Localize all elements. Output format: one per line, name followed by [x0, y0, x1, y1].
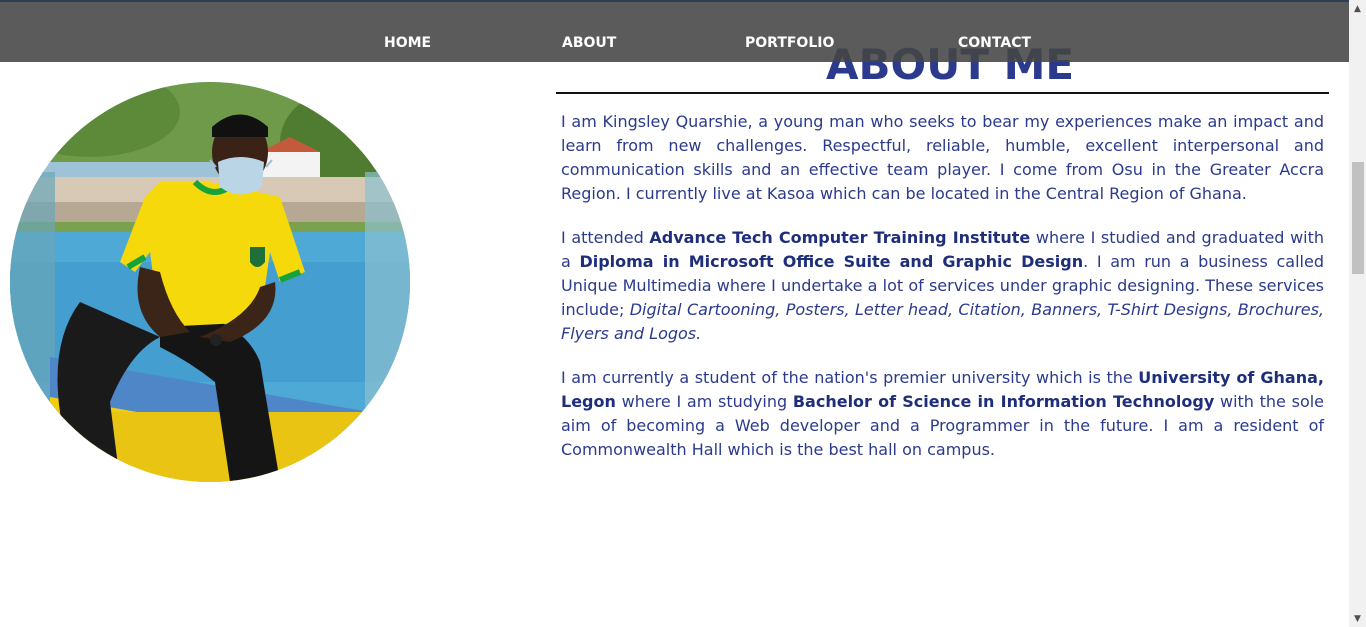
title-divider [556, 92, 1329, 94]
nav-home-link[interactable]: HOME [384, 35, 431, 51]
about-paragraph-university: I am currently a student of the nation's… [561, 366, 1324, 462]
about-content: I am Kingsley Quarshie, a young man who … [561, 110, 1324, 482]
nav-contact-link[interactable]: CONTACT [958, 35, 1031, 51]
nav-about-link[interactable]: ABOUT [562, 35, 616, 51]
scroll-up-arrow-icon[interactable]: ▲ [1349, 0, 1366, 17]
nav-portfolio-link[interactable]: PORTFOLIO [745, 35, 834, 51]
profile-photo [10, 82, 410, 482]
institute-name: Advance Tech Computer Training Institute [649, 228, 1031, 247]
vertical-scrollbar[interactable]: ▲ ▼ [1349, 0, 1366, 627]
navbar: HOME ABOUT PORTFOLIO CONTACT [0, 0, 1349, 62]
services-list: Digital Cartooning, Posters, Letter head… [561, 300, 1324, 343]
scrollbar-thumb[interactable] [1352, 162, 1364, 274]
about-paragraph-intro: I am Kingsley Quarshie, a young man who … [561, 112, 1324, 203]
degree-name: Bachelor of Science in Information Techn… [792, 392, 1215, 411]
text-span: I attended [561, 228, 650, 247]
text-span: I am currently a student of the nation's… [561, 368, 1139, 387]
diploma-name: Diploma in Microsoft Office Suite and Gr… [579, 252, 1084, 271]
text-span: where I am studying [615, 392, 793, 411]
about-paragraph-education: I attended Advance Tech Computer Trainin… [561, 226, 1324, 346]
page: ABOUT ME HOME ABOUT PORTFOLIO CONTACT I … [0, 0, 1366, 627]
scroll-down-arrow-icon[interactable]: ▼ [1349, 610, 1366, 627]
